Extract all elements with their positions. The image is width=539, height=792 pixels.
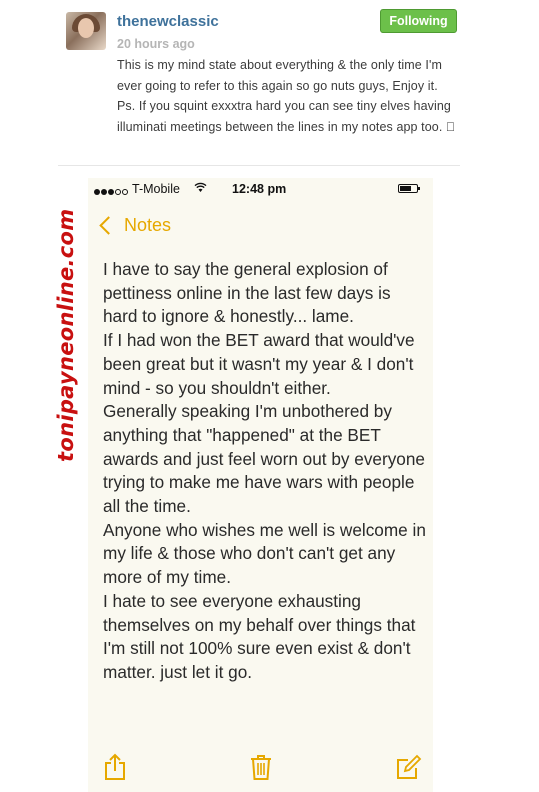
carrier-name: T-Mobile (132, 182, 180, 196)
following-button[interactable]: Following (380, 9, 457, 33)
status-bar: T-Mobile 12:48 pm (88, 178, 433, 200)
note-paragraph: I have to say the general explosion of p… (103, 259, 391, 327)
notes-screenshot: T-Mobile 12:48 pm Notes I have to say th… (88, 178, 433, 792)
post-timestamp: 20 hours ago (117, 37, 195, 51)
avatar[interactable] (66, 12, 106, 50)
note-paragraph: I hate to see everyone exhausting themse… (103, 590, 416, 682)
notes-toolbar (88, 748, 433, 788)
status-time: 12:48 pm (232, 182, 287, 196)
note-text[interactable]: I have to say the general explosion of p… (103, 258, 428, 685)
back-label: Notes (124, 214, 172, 235)
signal-strength-icon (94, 184, 129, 198)
watermark-text: tonipayneonline.com (54, 208, 78, 462)
avatar-face (78, 18, 94, 38)
instagram-post-header: thenewclassic 20 hours ago Following Thi… (58, 0, 460, 166)
trash-icon[interactable] (248, 752, 274, 787)
username-link[interactable]: thenewclassic (117, 13, 219, 30)
note-paragraph: Generally speaking I'm unbothered by any… (103, 401, 425, 517)
back-to-notes-button[interactable]: Notes (96, 210, 171, 240)
share-icon[interactable] (102, 752, 128, 787)
note-paragraph: Anyone who wishes me well is welcome in … (103, 519, 426, 588)
wifi-icon (194, 182, 207, 196)
battery-icon (398, 184, 420, 193)
chevron-left-icon (99, 215, 118, 235)
compose-icon[interactable] (394, 752, 422, 787)
post-caption: This is my mind state about everything &… (117, 58, 456, 134)
note-paragraph: If I had won the BET award that would've… (103, 330, 415, 398)
